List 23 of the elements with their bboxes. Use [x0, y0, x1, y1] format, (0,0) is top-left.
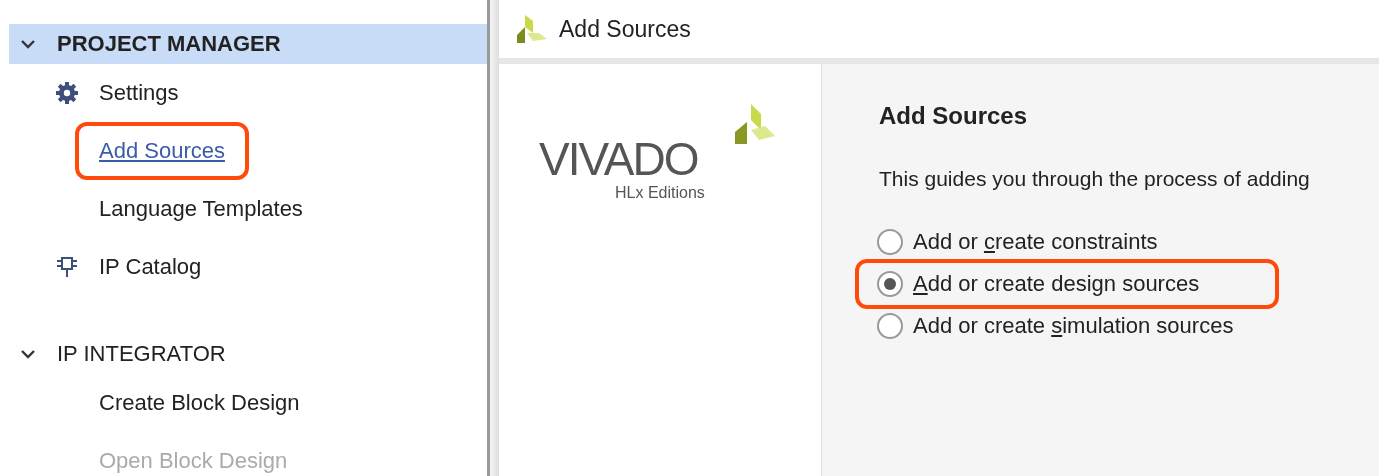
section-header[interactable]: IP INTEGRATOR	[9, 334, 487, 374]
radio-button[interactable]	[877, 271, 903, 297]
sidebar-item[interactable]: Create Block Design	[99, 386, 300, 420]
sidebar-item[interactable]: IP Catalog	[99, 250, 202, 284]
section-header[interactable]: PROJECT MANAGER	[9, 24, 487, 64]
chevron-icon	[21, 349, 35, 359]
radio-button[interactable]	[877, 229, 903, 255]
splitter-bar[interactable]	[487, 0, 499, 476]
window-title: Add Sources	[559, 15, 691, 43]
page-heading: Add Sources	[879, 102, 1029, 130]
radio-button[interactable]	[877, 313, 903, 339]
logo-subtitle: HLx Editions	[615, 184, 705, 202]
logo-wordmark: VIVADO	[539, 132, 698, 186]
logo-icon	[515, 13, 549, 45]
sidebar-item[interactable]: Settings	[99, 76, 179, 110]
sidebar-item[interactable]: Language Templates	[99, 192, 303, 226]
option-label[interactable]: Add or create constraints	[913, 229, 1158, 255]
option-label[interactable]: Add or create simulation sources	[913, 313, 1234, 339]
add-sources-link[interactable]: Add Sources	[99, 134, 225, 168]
description-text: This guides you through the process of adding	[879, 167, 1311, 191]
option-label[interactable]: Add or create design sources	[913, 271, 1200, 297]
chip-icon	[55, 255, 79, 279]
chevron-icon	[21, 39, 35, 49]
